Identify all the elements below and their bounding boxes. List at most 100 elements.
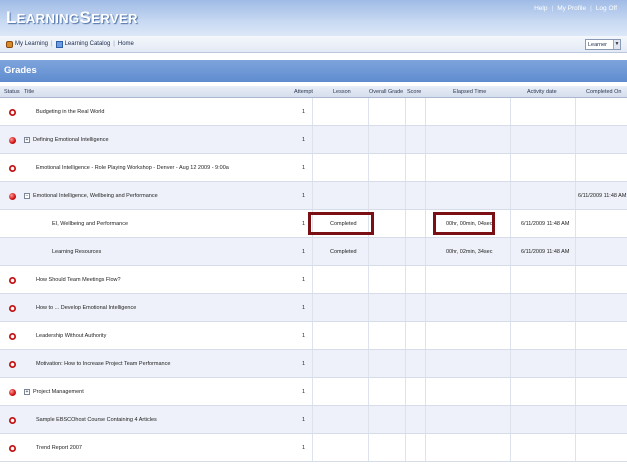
table-row[interactable]: + Project Management 1 (0, 378, 627, 406)
completed-on-cell: 6/11/2009 11:48 AM (578, 192, 627, 199)
expand-icon[interactable]: + (24, 388, 30, 395)
col-attempt[interactable]: Attempt (294, 89, 313, 95)
col-elapsed-time[interactable]: Elapsed Time (453, 89, 486, 95)
top-links: Help | My Profile | Log Off (530, 5, 621, 12)
course-title[interactable]: Learning Resources (52, 249, 101, 255)
col-status[interactable]: Status (4, 89, 20, 95)
column-divider (510, 322, 511, 349)
column-divider (425, 98, 426, 125)
course-title[interactable]: Project Management (33, 389, 84, 395)
column-divider (405, 294, 406, 321)
column-divider (575, 266, 576, 293)
table-row[interactable]: How Should Team Meetings Flow? 1 (0, 266, 627, 294)
title-cell: Leadership Without Authority (36, 322, 106, 349)
column-divider (425, 266, 426, 293)
course-title[interactable]: EI, Wellbeing and Performance (52, 221, 128, 227)
column-divider (368, 294, 369, 321)
course-title[interactable]: Leadership Without Authority (36, 333, 106, 339)
nav-home[interactable]: Home (115, 41, 137, 47)
title-cell: EI, Wellbeing and Performance (52, 210, 128, 237)
my-profile-link[interactable]: My Profile (553, 5, 590, 12)
column-divider (312, 154, 313, 181)
course-title[interactable]: Emotional Intelligence, Wellbeing and Pe… (33, 193, 158, 199)
table-row[interactable]: Emotional Intelligence - Role Playing Wo… (0, 154, 627, 182)
col-title[interactable]: Title (24, 89, 34, 95)
col-overall-grade[interactable]: Overall Grade (369, 89, 403, 95)
nav-learning-catalog[interactable]: Learning Catalog (53, 40, 114, 48)
attempt-cell: 1 (302, 416, 306, 423)
course-title[interactable]: Motivation: How to Increase Project Team… (36, 361, 170, 367)
course-title[interactable]: Trend Report 2007 (36, 445, 82, 451)
column-divider (510, 266, 511, 293)
column-divider (575, 350, 576, 377)
table-row[interactable]: − Emotional Intelligence, Wellbeing and P… (0, 182, 627, 210)
column-divider (368, 266, 369, 293)
table-row[interactable]: Leadership Without Authority 1 (0, 322, 627, 350)
col-lesson[interactable]: Lesson (333, 89, 351, 95)
nav-home-label: Home (117, 41, 134, 47)
activity-date-cell: 6/11/2009 11:48 AM (521, 220, 570, 227)
column-divider (312, 266, 313, 293)
table-row[interactable]: Sample EBSCOhost Course Containing 4 Art… (0, 406, 627, 434)
nav-my-learning[interactable]: My Learning (3, 40, 51, 48)
app-header: LEARNINGSERVER Help | My Profile | Log O… (0, 0, 627, 36)
table-row[interactable]: EI, Wellbeing and Performance 1 Completed 0… (0, 210, 627, 238)
expand-icon[interactable]: + (24, 136, 30, 143)
course-title[interactable]: Defining Emotional Intelligence (33, 137, 109, 143)
elapsed-time-cell: 00hr, 02min, 34sec (446, 248, 493, 255)
column-divider (312, 378, 313, 405)
table-row[interactable]: Learning Resources 1 Completed 00hr, 02min,… (0, 238, 627, 266)
table-row[interactable]: Trend Report 2007 1 (0, 434, 627, 462)
course-title[interactable]: Sample EBSCOhost Course Containing 4 Art… (36, 417, 157, 423)
grades-table: Status Title Attempt Lesson Overall Grad… (0, 86, 627, 462)
col-activity-date[interactable]: Activity date (527, 89, 557, 95)
course-title[interactable]: Budgeting in the Real World (36, 109, 104, 115)
column-divider (405, 154, 406, 181)
table-row[interactable]: + Defining Emotional Intelligence 1 (0, 126, 627, 154)
collapse-icon[interactable]: − (24, 192, 30, 199)
column-divider (575, 294, 576, 321)
col-score[interactable]: Score (407, 89, 421, 95)
log-off-link[interactable]: Log Off (592, 5, 621, 12)
column-divider (312, 350, 313, 377)
attempt-cell: 1 (302, 248, 306, 255)
attempt-cell: 1 (302, 220, 306, 227)
column-divider (510, 294, 511, 321)
attempt-cell: 1 (302, 276, 306, 283)
grades-section-title: Grades (0, 60, 627, 82)
attempt-cell: 1 (302, 332, 306, 339)
column-divider (425, 126, 426, 153)
column-divider (510, 238, 511, 265)
column-divider (368, 98, 369, 125)
column-divider (425, 294, 426, 321)
title-cell: − Emotional Intelligence, Wellbeing and P… (24, 182, 158, 209)
course-title[interactable]: How to ... Develop Emotional Intelligenc… (36, 305, 136, 311)
column-divider (575, 322, 576, 349)
attempt-cell: 1 (302, 136, 306, 143)
column-divider (425, 182, 426, 209)
column-divider (425, 154, 426, 181)
column-divider (405, 350, 406, 377)
attempt-cell: 1 (302, 360, 306, 367)
attempt-cell: 1 (302, 164, 306, 171)
column-divider (510, 350, 511, 377)
course-title[interactable]: How Should Team Meetings Flow? (36, 277, 121, 283)
course-title[interactable]: Emotional Intelligence - Role Playing Wo… (36, 165, 229, 171)
help-link[interactable]: Help (530, 5, 551, 12)
nav-bar: My Learning | Learning Catalog | Home Le… (0, 36, 627, 53)
status-icon (9, 389, 16, 396)
column-divider (368, 126, 369, 153)
table-row[interactable]: Budgeting in the Real World 1 (0, 98, 627, 126)
role-select[interactable]: Learner ▼ (585, 39, 621, 50)
column-divider (510, 434, 511, 461)
my-learning-icon (6, 40, 13, 48)
table-row[interactable]: How to ... Develop Emotional Intelligenc… (0, 294, 627, 322)
col-completed-on[interactable]: Completed On (586, 89, 621, 95)
activity-date-cell: 6/11/2009 11:48 AM (521, 248, 570, 255)
table-row[interactable]: Motivation: How to Increase Project Team… (0, 350, 627, 378)
table-body: Budgeting in the Real World 1 + Defining Em… (0, 98, 627, 462)
attempt-cell: 1 (302, 444, 306, 451)
title-cell: Trend Report 2007 (36, 434, 82, 461)
column-divider (425, 350, 426, 377)
title-cell: Motivation: How to Increase Project Team… (36, 350, 170, 377)
